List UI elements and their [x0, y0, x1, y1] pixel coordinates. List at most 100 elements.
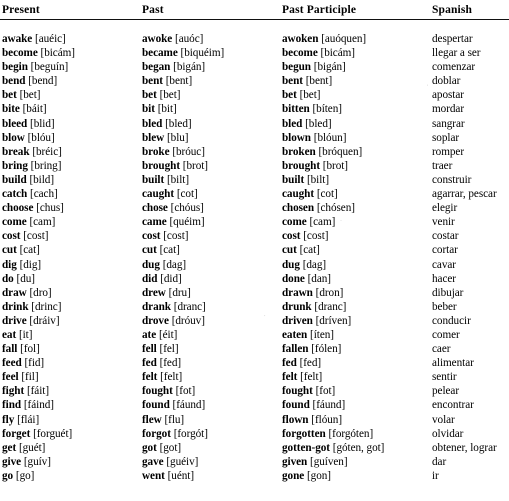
- cell-present-verb: awake [auéic]: [0, 32, 142, 46]
- past-verb: forgot: [142, 427, 171, 440]
- spanish-translation: comenzar: [432, 61, 476, 74]
- present-pronunciation: [cat]: [19, 244, 40, 257]
- present-pronunciation: [bend]: [28, 75, 58, 88]
- spanish-translation: venir: [432, 216, 455, 229]
- cell-spanish-translation: construir: [432, 173, 509, 187]
- past-verb: got: [142, 441, 157, 454]
- past-verb: found: [142, 399, 170, 412]
- spanish-translation: cortar: [432, 244, 458, 257]
- past-participle-pronunciation: [bilt]: [306, 173, 330, 186]
- cell-past-verb: drew [dru]: [142, 286, 282, 300]
- table-row: build [bild] built [bilt] built [bilt] cons…: [0, 173, 509, 187]
- spanish-translation: pelear: [432, 385, 460, 398]
- past-verb: bit: [142, 103, 155, 116]
- table-row: feed [fid] fed [fed] fed [fed] alimentar: [0, 356, 509, 370]
- present-pronunciation: [flái]: [17, 413, 40, 426]
- table-row: choose [chus] chose [chóus] chosen [chósen…: [0, 201, 509, 215]
- present-verb: fly: [2, 413, 15, 426]
- present-pronunciation: [chus]: [36, 202, 64, 215]
- table-row: go [go] went [uént] gone [gon] ir: [0, 469, 509, 483]
- present-verb: do: [2, 272, 14, 285]
- cell-past-participle-verb: cut [cat]: [282, 243, 432, 257]
- past-participle-verb: blown: [282, 131, 311, 144]
- cell-past-participle-verb: given [guíven]: [282, 455, 432, 469]
- present-pronunciation: [forguét]: [33, 427, 73, 440]
- cell-spanish-translation: beber: [432, 300, 509, 314]
- past-verb: went: [142, 469, 165, 482]
- past-verb: fell: [142, 343, 157, 356]
- past-participle-verb: dug: [282, 258, 300, 271]
- past-pronunciation: [biquéim]: [180, 47, 225, 60]
- present-verb: catch: [2, 188, 28, 201]
- past-participle-pronunciation: [fed]: [299, 357, 322, 370]
- present-verb: dig: [2, 258, 17, 271]
- spanish-translation: sentir: [432, 371, 457, 384]
- past-pronunciation: [fel]: [159, 343, 179, 356]
- cell-past-verb: blew [blu]: [142, 131, 282, 145]
- past-participle-pronunciation: [fólen]: [311, 343, 342, 356]
- cell-spanish-translation: apostar: [432, 88, 509, 102]
- cell-present-verb: give [guív]: [0, 455, 142, 469]
- cell-present-verb: eat [it]: [0, 328, 142, 342]
- cell-spanish-translation: obtener, lograr: [432, 441, 509, 455]
- cell-past-verb: came [quéim]: [142, 215, 282, 229]
- cell-past-participle-verb: built [bilt]: [282, 173, 432, 187]
- past-participle-pronunciation: [fáund]: [312, 399, 346, 412]
- present-verb: blow: [2, 131, 25, 144]
- past-participle-verb: cut: [282, 244, 297, 257]
- cell-spanish-translation: despertar: [432, 32, 509, 46]
- past-participle-verb: gone: [282, 469, 305, 482]
- present-pronunciation: [fol]: [20, 343, 40, 356]
- past-pronunciation: [fot]: [175, 385, 196, 398]
- present-pronunciation: [blid]: [30, 117, 55, 130]
- table-header: Present Past Past Participle Spanish: [0, 0, 509, 20]
- spanish-translation: caer: [432, 343, 451, 356]
- present-pronunciation: [dig]: [19, 258, 42, 271]
- cell-present-verb: feed [fid]: [0, 356, 142, 370]
- past-verb: awoke: [142, 33, 173, 45]
- past-participle-verb: brought: [282, 159, 320, 172]
- past-verb: became: [142, 47, 178, 60]
- present-verb: go: [2, 469, 14, 482]
- cell-present-verb: forget [forguét]: [0, 427, 142, 441]
- cell-past-participle-verb: awoken [auóquen]: [282, 32, 432, 46]
- cell-spanish-translation: comenzar: [432, 60, 509, 74]
- cell-past-participle-verb: gone [gon]: [282, 469, 432, 483]
- past-verb: bent: [142, 75, 163, 88]
- cell-past-participle-verb: fallen [fólen]: [282, 342, 432, 356]
- present-pronunciation: [dro]: [29, 286, 52, 299]
- past-verb: cut: [142, 244, 157, 257]
- cell-past-participle-verb: eaten [íten]: [282, 328, 432, 342]
- present-verb: bend: [2, 75, 26, 88]
- spanish-translation: ir: [432, 469, 439, 482]
- past-pronunciation: [dru]: [168, 286, 191, 299]
- cell-present-verb: become [bicám]: [0, 46, 142, 60]
- cell-past-verb: brought [brot]: [142, 159, 282, 173]
- cell-present-verb: fly [flái]: [0, 413, 142, 427]
- past-participle-pronunciation: [bróquen]: [318, 145, 363, 158]
- past-participle-verb: bet: [282, 89, 297, 102]
- past-participle-pronunciation: [cat]: [299, 244, 320, 257]
- table-row: bite [báit] bit [bit] bitten [bíten] mordar: [0, 102, 509, 116]
- table-row: draw [dro] drew [dru] drawn [dron] dibujar: [0, 286, 509, 300]
- past-pronunciation: [bit]: [157, 103, 177, 116]
- past-pronunciation: [felt]: [160, 371, 183, 384]
- past-participle-pronunciation: [blóun]: [313, 131, 347, 144]
- past-participle-pronunciation: [bigán]: [313, 61, 346, 74]
- table-row: bleed [blid] bled [bled] bled [bled] sangra…: [0, 117, 509, 131]
- present-pronunciation: [blóu]: [27, 131, 55, 144]
- cell-spanish-translation: hacer: [432, 272, 509, 286]
- past-pronunciation: [bled]: [165, 117, 192, 130]
- past-participle-pronunciation: [felt]: [300, 371, 323, 384]
- past-pronunciation: [uént]: [167, 469, 195, 482]
- past-participle-verb: fought: [282, 385, 313, 398]
- past-verb: broke: [142, 145, 170, 158]
- cell-past-participle-verb: driven [dríven]: [282, 314, 432, 328]
- spanish-translation: doblar: [432, 75, 461, 88]
- column-header-spanish: Spanish: [432, 0, 509, 20]
- cell-spanish-translation: sangrar: [432, 117, 509, 131]
- past-verb: flew: [142, 413, 162, 426]
- cell-spanish-translation: cavar: [432, 258, 509, 272]
- table-row: cut [cat] cut [cat] cut [cat] cortar: [0, 243, 509, 257]
- past-participle-pronunciation: [chósen]: [316, 202, 355, 215]
